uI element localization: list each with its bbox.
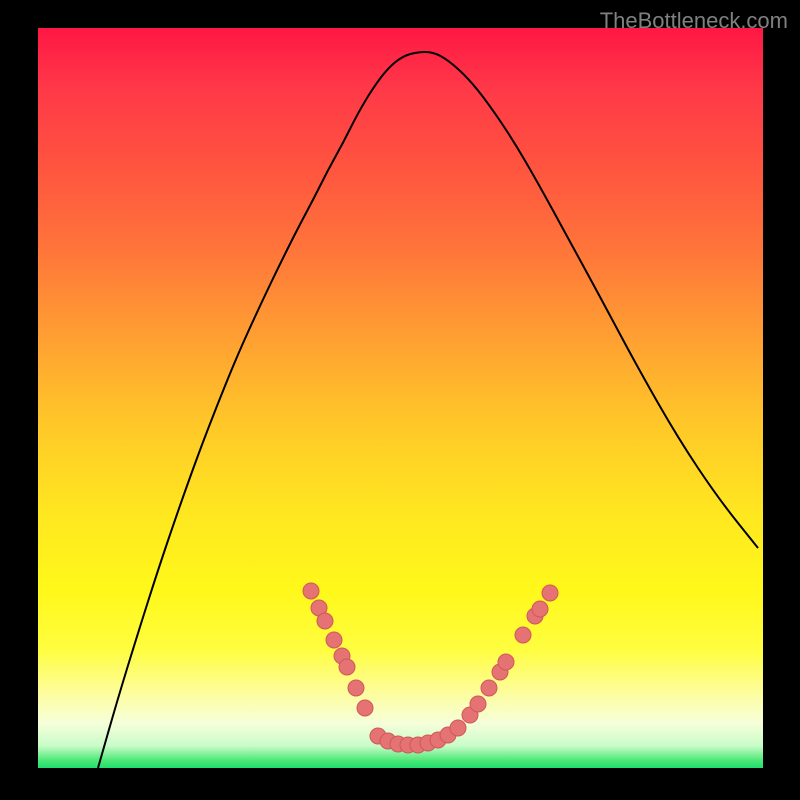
data-points-group <box>303 583 558 753</box>
data-point <box>498 654 514 670</box>
data-point <box>470 696 486 712</box>
data-point <box>532 601 548 617</box>
data-point <box>515 627 531 643</box>
data-point <box>317 613 333 629</box>
data-point <box>481 680 497 696</box>
data-point <box>450 720 466 736</box>
data-point <box>542 585 558 601</box>
watermark-text: TheBottleneck.com <box>600 8 788 34</box>
data-point <box>303 583 319 599</box>
data-point <box>339 659 355 675</box>
data-point <box>357 700 373 716</box>
chart-svg <box>38 28 763 768</box>
v-curve <box>98 52 758 768</box>
data-point <box>348 680 364 696</box>
data-point <box>326 632 342 648</box>
